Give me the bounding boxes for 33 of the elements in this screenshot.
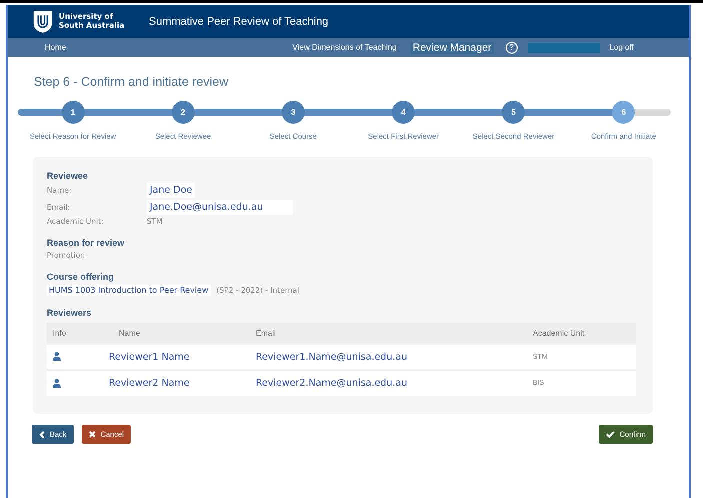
checkmark-icon	[606, 431, 615, 438]
home-link[interactable]: Home	[45, 43, 66, 52]
table-cell: Reviewer2 Name	[99, 370, 250, 396]
field-value: Jane Doe	[147, 183, 196, 198]
review-manager-link[interactable]: Review Manager	[410, 42, 494, 54]
column-header: Name	[99, 323, 250, 344]
logoff-link[interactable]: Log off	[610, 43, 634, 52]
table-cell: Reviewer2.Name@unisa.edu.au	[250, 370, 527, 396]
column-header: Academic Unit	[527, 323, 636, 344]
section-heading: Reason for review	[47, 238, 126, 248]
step-circle[interactable]: 5	[502, 101, 526, 124]
nav-link[interactable]: View Dimensions of Teaching	[292, 43, 397, 52]
course-name: HUMS 1003 Introduction to Peer Review	[47, 285, 211, 296]
chevron-left-icon	[39, 430, 45, 438]
table-cell: Reviewer1 Name	[99, 344, 250, 370]
help-icon[interactable]: ?	[506, 42, 518, 54]
person-icon	[53, 352, 61, 361]
section-heading: Reviewers	[47, 308, 93, 318]
table-cell: Reviewer1.Name@unisa.edu.au	[250, 344, 527, 370]
column-header: Info	[47, 323, 99, 344]
section-heading: Reviewee	[47, 171, 90, 181]
page-title: Step 6 - Confirm and initiate review	[34, 75, 230, 89]
section-heading: Course offering	[47, 272, 116, 282]
shield-logo-icon	[33, 10, 53, 34]
close-icon	[88, 431, 96, 438]
app-title: Summative Peer Review of Teaching	[149, 16, 329, 28]
column-header: Email	[250, 323, 527, 344]
step-circle[interactable]: 2	[172, 101, 195, 124]
step-circle[interactable]: 3	[282, 101, 305, 124]
step-circle[interactable]: 4	[392, 101, 416, 124]
step-circle[interactable]: 1	[62, 101, 85, 124]
field-value: Jane.Doe@unisa.edu.au	[147, 200, 294, 215]
person-icon	[53, 378, 61, 388]
